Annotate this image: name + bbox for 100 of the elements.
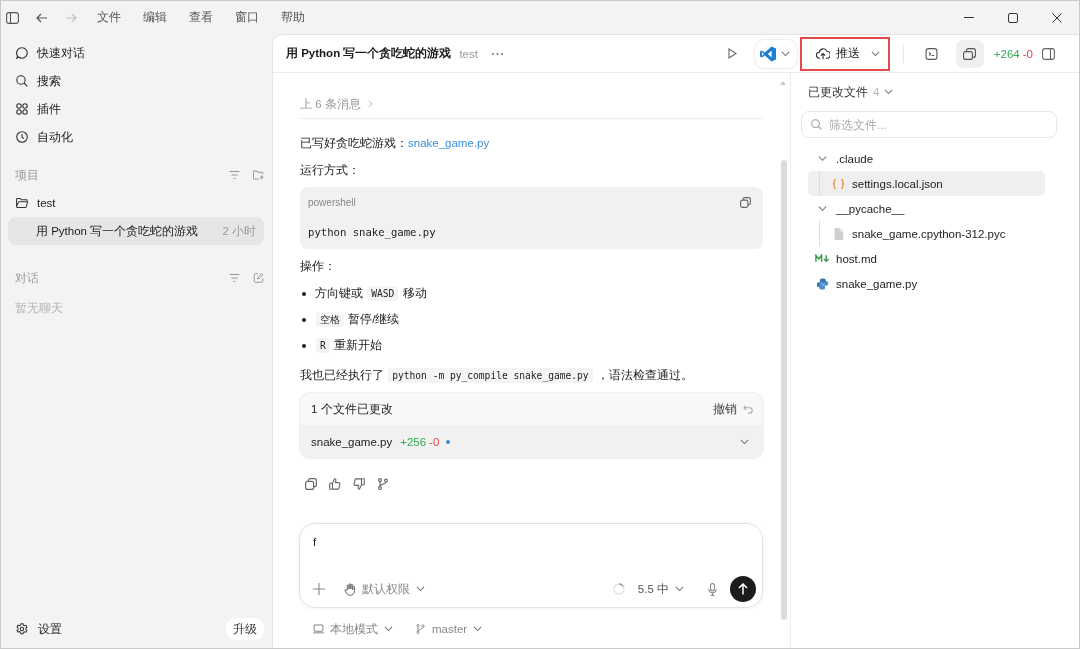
section-heading: 对话 xyxy=(15,270,40,286)
thumbs-up-icon[interactable] xyxy=(329,478,341,490)
code-text: python snake_game.py xyxy=(308,225,437,239)
file-row[interactable]: snake_game.cpython-312.pyc xyxy=(808,221,1045,246)
maximize-icon[interactable] xyxy=(1008,12,1018,23)
menu-item[interactable]: 帮助 xyxy=(281,10,305,25)
folder-icon xyxy=(16,197,28,209)
chevron-right-icon xyxy=(367,100,373,108)
file-count: 4 xyxy=(873,86,880,98)
push-button[interactable]: 推送 xyxy=(799,36,890,71)
sidebar-item[interactable]: 插件 xyxy=(8,95,264,123)
clock-icon xyxy=(16,131,28,143)
sidebar-item[interactable]: 快速对话 xyxy=(8,39,264,67)
cloud-upload-icon xyxy=(815,47,830,60)
menu-item[interactable]: 文件 xyxy=(97,10,121,25)
branch-icon[interactable] xyxy=(377,478,389,490)
sidebar-item[interactable]: 搜索 xyxy=(8,67,264,95)
send-button[interactable] xyxy=(730,576,756,602)
scrollbar-thumb[interactable] xyxy=(781,160,787,620)
braces-icon xyxy=(831,177,845,190)
filter-field[interactable]: 筛选文件... xyxy=(801,111,1057,138)
markdown-icon xyxy=(814,254,830,263)
search-icon xyxy=(16,75,28,87)
panels-button[interactable] xyxy=(955,39,984,68)
mode-dropdown[interactable]: 本地模式 xyxy=(313,621,393,637)
menu-item[interactable]: 编辑 xyxy=(143,10,167,25)
removed-lines-count: -0 xyxy=(429,435,440,448)
chevron-down-icon xyxy=(384,626,393,632)
chat-bubble-icon xyxy=(16,47,28,59)
thread-item[interactable]: 用 Python 写一个贪吃蛇的游戏 2 小时 xyxy=(8,217,264,245)
grid-icon xyxy=(16,103,28,115)
file-row[interactable]: host.md xyxy=(808,246,1045,271)
side-panel-toggle-icon[interactable] xyxy=(1042,47,1055,60)
microphone-icon[interactable] xyxy=(708,582,717,596)
gear-icon xyxy=(16,623,28,635)
bullet-icon xyxy=(302,317,306,322)
laptop-icon xyxy=(313,624,324,634)
arrow-up-icon xyxy=(738,583,748,595)
bullet-icon xyxy=(302,291,306,296)
file-row[interactable]: snake_game.py xyxy=(808,271,1045,296)
sidebar-toggle-icon[interactable] xyxy=(6,11,19,24)
changes-summary: 1 个文件已更改 xyxy=(311,401,393,417)
changed-file-row[interactable]: snake_game.py +256 -0 xyxy=(300,425,763,458)
more-icon[interactable] xyxy=(491,52,503,55)
chevron-down-icon xyxy=(740,438,749,445)
message-text: 已写好贪吃蛇游戏：snake_game.py xyxy=(300,136,491,151)
branch-icon xyxy=(415,624,426,634)
sidebar-item[interactable]: 自动化 xyxy=(8,123,264,151)
upgrade-button[interactable]: 升级 xyxy=(226,618,264,640)
chevron-down-icon xyxy=(884,89,894,95)
close-icon[interactable] xyxy=(1052,12,1062,23)
chevron-down-icon xyxy=(416,586,425,592)
message-input[interactable]: f xyxy=(313,534,756,575)
added-lines-count: +256 xyxy=(400,435,427,448)
stacked-windows-icon xyxy=(963,47,977,60)
copy-icon[interactable] xyxy=(740,196,751,208)
settings-item[interactable]: 设置 xyxy=(8,615,226,643)
chevron-down-icon xyxy=(780,50,790,57)
list-item-text: R 重新开始 xyxy=(315,335,382,356)
file-row[interactable]: settings.local.json xyxy=(808,171,1045,196)
undo-icon xyxy=(743,404,753,414)
hand-icon xyxy=(344,582,356,596)
branch-dropdown[interactable]: master xyxy=(415,623,483,635)
added-lines-count: +264 xyxy=(993,47,1020,60)
panel-title: 已更改文件 xyxy=(808,84,868,100)
chevron-down-icon xyxy=(473,626,483,632)
copy-icon[interactable] xyxy=(305,478,317,490)
terminal-icon xyxy=(925,47,939,60)
project-folder[interactable]: test xyxy=(8,189,264,217)
file-link[interactable]: snake_game.py xyxy=(408,137,490,149)
chevron-down-icon xyxy=(870,50,880,57)
undo-button[interactable]: 撤销 xyxy=(713,401,753,417)
permission-dropdown[interactable]: 默认权限 xyxy=(344,581,425,597)
file-name: snake_game.py xyxy=(311,435,393,448)
message-text: 运行方式： xyxy=(300,163,361,178)
model-dropdown[interactable]: 5.5 中 xyxy=(637,581,684,597)
thread-title: 用 Python 写一个贪吃蛇的游戏 xyxy=(286,46,452,61)
back-arrow-icon[interactable] xyxy=(36,12,48,23)
filter-icon[interactable] xyxy=(229,170,240,180)
editor-icon xyxy=(759,45,776,62)
chevron-down-icon xyxy=(675,586,684,592)
menu-item[interactable]: 查看 xyxy=(189,10,213,25)
filter-icon[interactable] xyxy=(229,273,240,283)
open-in-editor-button[interactable] xyxy=(754,39,797,68)
play-icon[interactable] xyxy=(727,48,737,59)
code-language: powershell xyxy=(308,196,357,208)
loading-ring-icon xyxy=(612,583,625,595)
list-item-text: 方向键或 WASD 移动 xyxy=(315,285,427,303)
folder-row[interactable]: .claude xyxy=(808,146,1045,171)
folder-row[interactable]: __pycache__ xyxy=(808,196,1045,221)
bullet-icon xyxy=(302,343,306,348)
message-text: 我也已经执行了 python -m py_compile snake_game.py ，语法检查通过。 xyxy=(300,367,694,385)
removed-lines-count: -0 xyxy=(1022,47,1033,60)
message-text: 操作： xyxy=(300,259,337,274)
thumbs-down-icon[interactable] xyxy=(353,478,365,490)
add-icon[interactable] xyxy=(313,583,325,595)
section-heading: 项目 xyxy=(15,167,40,183)
list-item-text: 空格 暂停/继续 xyxy=(315,309,400,330)
python-icon xyxy=(815,277,829,290)
menu-item[interactable]: 窗口 xyxy=(235,10,259,25)
